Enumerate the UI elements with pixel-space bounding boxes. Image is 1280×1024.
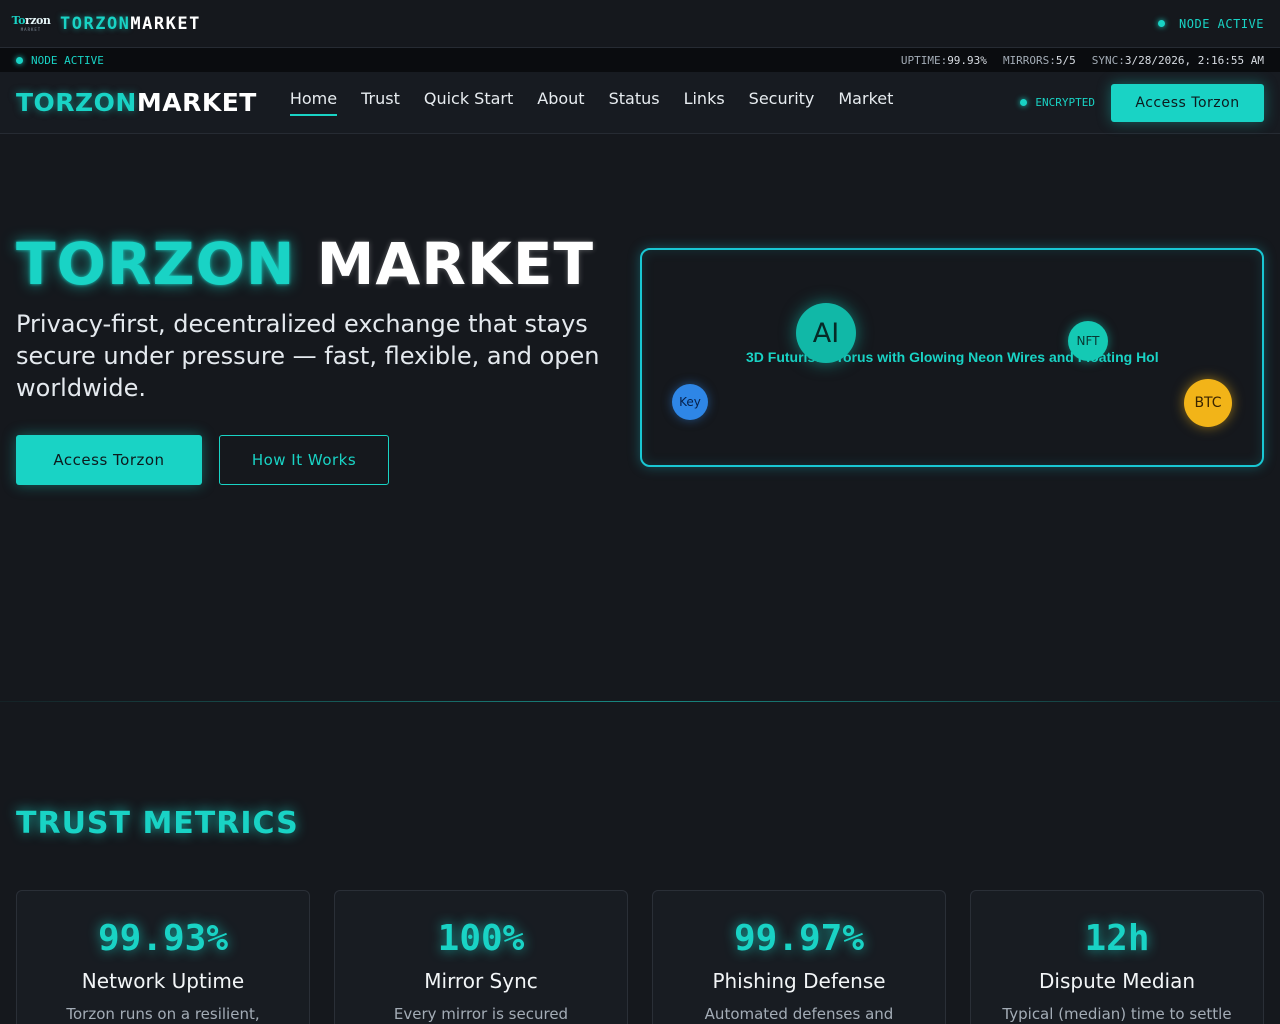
- metric-value: 100%: [437, 918, 525, 959]
- hero-title: TORZON MARKET: [16, 230, 595, 298]
- ticker-sync: SYNC:3/28/2026, 2:16:55 AM: [1091, 53, 1264, 67]
- metric-card: 99.97% Phishing Defense Automated defens…: [652, 890, 946, 1024]
- metric-label: Dispute Median: [1039, 969, 1195, 993]
- metric-description: Typical (median) time to settle: [1002, 1005, 1232, 1023]
- nav-link-trust[interactable]: Trust: [361, 89, 400, 116]
- how-it-works-button[interactable]: How It Works: [219, 435, 389, 485]
- nav-brand[interactable]: TORZONMARKET: [16, 88, 257, 117]
- section-divider: [0, 701, 1280, 702]
- encrypted-dot-icon: [1020, 99, 1028, 106]
- metric-label: Phishing Defense: [712, 969, 886, 993]
- nav-link-links[interactable]: Links: [684, 89, 725, 116]
- metric-value: 12h: [1084, 918, 1150, 959]
- nft-orb-icon: NFT: [1068, 321, 1108, 361]
- nav-link-about[interactable]: About: [537, 89, 584, 116]
- metric-card: 99.93% Network Uptime Torzon runs on a r…: [16, 890, 310, 1024]
- metric-value: 99.93%: [97, 918, 229, 959]
- metric-card: 12h Dispute Median Typical (median) time…: [970, 890, 1264, 1024]
- hero-access-button[interactable]: Access Torzon: [16, 435, 202, 485]
- btc-orb-icon: BTC: [1184, 379, 1232, 427]
- status-dot-icon: [16, 56, 23, 64]
- node-status: NODE ACTIVE: [1158, 17, 1264, 31]
- hero-visual: 3D Futuristic Torus with Glowing Neon Wi…: [640, 248, 1264, 467]
- app-bar: Torzon MARKET TORZONMARKET NODE ACTIVE: [0, 0, 1280, 48]
- torzon-logo[interactable]: Torzon MARKET: [12, 13, 51, 35]
- status-dot-icon: [1158, 20, 1166, 27]
- nav-link-security[interactable]: Security: [749, 89, 815, 116]
- metric-card: 100% Mirror Sync Every mirror is secured: [334, 890, 628, 1024]
- ticker-node-status: NODE ACTIVE: [31, 53, 104, 67]
- nav-link-status[interactable]: Status: [609, 89, 660, 116]
- status-ticker: NODE ACTIVE UPTIME:99.93% MIRRORS:5/5 SY…: [0, 48, 1280, 72]
- metric-label: Network Uptime: [81, 969, 245, 993]
- metric-value: 99.97%: [733, 918, 865, 959]
- nav-access-button[interactable]: Access Torzon: [1111, 83, 1264, 122]
- trust-metrics-title: TRUST METRICS: [16, 806, 299, 841]
- nav-links: Home Trust Quick Start About Status Link…: [289, 89, 893, 116]
- app-brand[interactable]: TORZONMARKET: [60, 14, 201, 34]
- metric-description: Torzon runs on a resilient,: [66, 1005, 260, 1023]
- key-orb-icon: Key: [672, 384, 708, 420]
- ai-orb-icon: AI: [796, 303, 856, 363]
- metric-description: Automated defenses and: [704, 1005, 894, 1023]
- metric-label: Mirror Sync: [424, 969, 538, 993]
- nav-link-market[interactable]: Market: [838, 89, 893, 116]
- hero-actions: Access Torzon How It Works: [16, 435, 389, 485]
- ticker-uptime: UPTIME:99.93%: [900, 53, 987, 67]
- nav-link-home[interactable]: Home: [289, 89, 338, 116]
- ticker-mirrors: MIRRORS:5/5: [1002, 53, 1076, 67]
- encrypted-indicator: ENCRYPTED: [1020, 96, 1095, 109]
- trust-metrics-cards: 99.93% Network Uptime Torzon runs on a r…: [16, 890, 1264, 1024]
- main-nav: TORZONMARKET Home Trust Quick Start Abou…: [0, 72, 1280, 134]
- nav-link-quick-start[interactable]: Quick Start: [424, 89, 513, 116]
- hero-subtitle: Privacy-first, decentralized exchange th…: [16, 310, 600, 402]
- metric-description: Every mirror is secured: [393, 1005, 569, 1023]
